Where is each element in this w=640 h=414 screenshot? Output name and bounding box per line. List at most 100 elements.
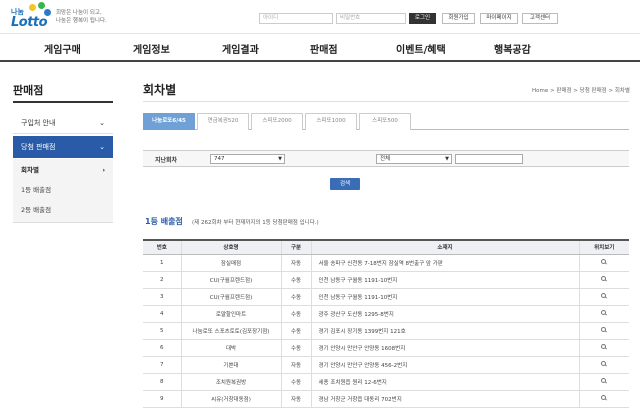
table-row: 9 씨유(거창대동점) 자동 경남 거창군 거창읍 대동리 702번지 bbox=[143, 390, 629, 408]
cell-store-name: CU(구월프렌드점) bbox=[180, 288, 281, 306]
cell-location bbox=[578, 390, 629, 408]
cell-location bbox=[578, 254, 629, 272]
tab-pension520[interactable]: 연금복권520 bbox=[197, 113, 249, 130]
cell-address: 서울 송파구 신천동 7-18번지 잠실역 8번출구 앞 가판 bbox=[310, 254, 579, 272]
cell-location bbox=[578, 356, 629, 374]
magnifier-icon[interactable] bbox=[601, 275, 607, 282]
sidebar-item-purchase-location[interactable]: 구입처 안내 ⌄ bbox=[13, 112, 113, 134]
tab-speetto2000[interactable]: 스피또2000 bbox=[251, 113, 303, 130]
cell-store-name: 잠실매점 bbox=[180, 254, 281, 272]
cell-store-name: 씨유(거창대동점) bbox=[180, 390, 281, 408]
sidebar-divider bbox=[13, 101, 113, 103]
cell-number: 2 bbox=[143, 271, 181, 289]
magnifier-icon[interactable] bbox=[601, 258, 607, 265]
slogan-line-1: 희망은 나눔이 되고, bbox=[56, 10, 102, 16]
sidebar-subitem-first-prize[interactable]: 1등 배출점 bbox=[13, 180, 113, 200]
cell-type: 자동 bbox=[280, 356, 311, 374]
sidebar-title: 판매점 bbox=[13, 84, 44, 97]
table-row: 8 조치원복권방 수동 세종 조치원읍 원리 12-6번지 bbox=[143, 373, 629, 391]
nav-item-game-info[interactable]: 게임정보 bbox=[133, 41, 170, 56]
table-header-row: 번호 상호명 구분 소재지 위치보기 bbox=[143, 239, 629, 255]
round-label: 지난회차 bbox=[155, 157, 178, 164]
sidebar-item-label: 구입처 안내 bbox=[21, 119, 56, 127]
cell-location bbox=[578, 305, 629, 323]
table-row: 2 CU(구월프렌드점) 수동 인천 남동구 구월동 1191-10번지 bbox=[143, 271, 629, 289]
nav-item-game-result[interactable]: 게임결과 bbox=[222, 41, 259, 56]
tab-lotto645[interactable]: 나눔로또6/45 bbox=[143, 113, 195, 130]
cell-store-name: 대박 bbox=[180, 339, 281, 357]
id-input[interactable]: 아이디 bbox=[259, 13, 333, 24]
section-note: (제 262회차 부터 현재까지의 1등 당첨판매점 입니다.) bbox=[192, 220, 319, 226]
table-row: 4 로얄할인마트 수동 광주 광산구 도산동 1295-8번지 bbox=[143, 305, 629, 323]
nav-item-game-buy[interactable]: 게임구매 bbox=[44, 41, 81, 56]
cell-number: 9 bbox=[143, 390, 181, 408]
cell-address: 인천 남동구 구월동 1191-10번지 bbox=[310, 288, 579, 306]
magnifier-icon[interactable] bbox=[601, 292, 607, 299]
chevron-right-icon: › bbox=[102, 166, 105, 174]
cell-type: 수동 bbox=[280, 339, 311, 357]
support-button[interactable]: 고객센터 bbox=[522, 13, 558, 24]
mypage-button[interactable]: 마이페이지 bbox=[480, 13, 518, 24]
cell-address: 경남 거창군 거창읍 대동리 702번지 bbox=[310, 390, 579, 408]
winning-store-table: 번호 상호명 구분 소재지 위치보기 1 잠실매점 자동 서울 송파구 신천동 7-1… bbox=[143, 239, 629, 408]
cell-location bbox=[578, 322, 629, 340]
column-header: 번호 bbox=[143, 239, 181, 255]
tab-speetto500[interactable]: 스피또500 bbox=[359, 113, 411, 130]
sidebar-subitem-label: 2등 배출점 bbox=[21, 206, 52, 214]
game-tabs: 나눔로또6/45 연금복권520 스피또2000 스피또1000 스피또500 bbox=[143, 113, 629, 130]
cell-type: 수동 bbox=[280, 271, 311, 289]
cell-number: 4 bbox=[143, 305, 181, 323]
page-title: 회차별 bbox=[143, 83, 177, 97]
cell-address: 인천 남동구 구월동 1191-10번지 bbox=[310, 271, 579, 289]
region-select-value: 전체 bbox=[380, 156, 391, 162]
cell-number: 7 bbox=[143, 356, 181, 374]
magnifier-icon[interactable] bbox=[601, 343, 607, 350]
magnifier-icon[interactable] bbox=[601, 326, 607, 333]
cell-location bbox=[578, 288, 629, 306]
cell-type: 수동 bbox=[280, 288, 311, 306]
chevron-down-icon: ⌄ bbox=[99, 143, 105, 151]
cell-store-name: 로얄할인마트 bbox=[180, 305, 281, 323]
magnifier-icon[interactable] bbox=[601, 360, 607, 367]
sidebar-subitem-second-prize[interactable]: 2등 배출점 bbox=[13, 200, 113, 220]
chevron-down-icon: ▼ bbox=[445, 156, 449, 162]
site-header: 나눔 Lotto 희망은 나눔이 되고, 나눔은 행복이 됩니다. 아이디 비밀… bbox=[0, 0, 640, 32]
cell-type: 수동 bbox=[280, 373, 311, 391]
cell-location bbox=[578, 339, 629, 357]
nav-item-store[interactable]: 판매점 bbox=[310, 41, 338, 56]
login-button[interactable]: 로그인 bbox=[409, 13, 436, 24]
logo-text-main: Lotto bbox=[11, 15, 48, 30]
sidebar-subitem-by-round[interactable]: 회차별 › bbox=[13, 160, 113, 180]
signup-button[interactable]: 회원가입 bbox=[442, 13, 475, 24]
cell-address: 경기 김포시 장기동 1399번지 121호 bbox=[310, 322, 579, 340]
slogan-line-2: 나눔은 행복이 됩니다. bbox=[56, 18, 107, 24]
cell-location bbox=[578, 271, 629, 289]
region-detail-input[interactable] bbox=[455, 154, 523, 164]
search-button[interactable]: 검색 bbox=[330, 178, 360, 190]
column-header: 구분 bbox=[280, 239, 311, 255]
cell-type: 수동 bbox=[280, 305, 311, 323]
logo-ball-icon bbox=[29, 4, 36, 11]
table-row: 6 대박 수동 경기 안양시 만안구 안양동 1608번지 bbox=[143, 339, 629, 357]
cell-store-name: CU(구월프렌드점) bbox=[180, 271, 281, 289]
cell-store-name: 나눔로또 스포츠토토(김포장기점) bbox=[180, 322, 281, 340]
sidebar-item-winning-store[interactable]: 당첨 판매점 ⌄ bbox=[13, 136, 113, 158]
password-input[interactable]: 비밀번호 bbox=[336, 13, 406, 24]
chevron-down-icon: ▼ bbox=[278, 156, 282, 162]
region-select[interactable]: 전체 ▼ bbox=[376, 154, 452, 164]
lotto-logo[interactable]: 나눔 Lotto bbox=[11, 2, 51, 30]
nav-item-event[interactable]: 이벤트/혜택 bbox=[396, 41, 446, 56]
table-row: 1 잠실매점 자동 서울 송파구 신천동 7-18번지 잠실역 8번출구 앞 가판 bbox=[143, 254, 629, 272]
cell-store-name: 조치원복권방 bbox=[180, 373, 281, 391]
cell-number: 8 bbox=[143, 373, 181, 391]
table-row: 5 나눔로또 스포츠토토(김포장기점) 수동 경기 김포시 장기동 1399번지 12… bbox=[143, 322, 629, 340]
magnifier-icon[interactable] bbox=[601, 394, 607, 401]
sidebar-subitem-label: 회차별 bbox=[21, 166, 39, 174]
column-header: 상호명 bbox=[180, 239, 281, 255]
magnifier-icon[interactable] bbox=[601, 309, 607, 316]
cell-address: 경기 안양시 만안구 안양동 1608번지 bbox=[310, 339, 579, 357]
round-select[interactable]: 747 ▼ bbox=[210, 154, 285, 164]
nav-item-happiness[interactable]: 행복공감 bbox=[494, 41, 531, 56]
tab-speetto1000[interactable]: 스피또1000 bbox=[305, 113, 357, 130]
magnifier-icon[interactable] bbox=[601, 377, 607, 384]
